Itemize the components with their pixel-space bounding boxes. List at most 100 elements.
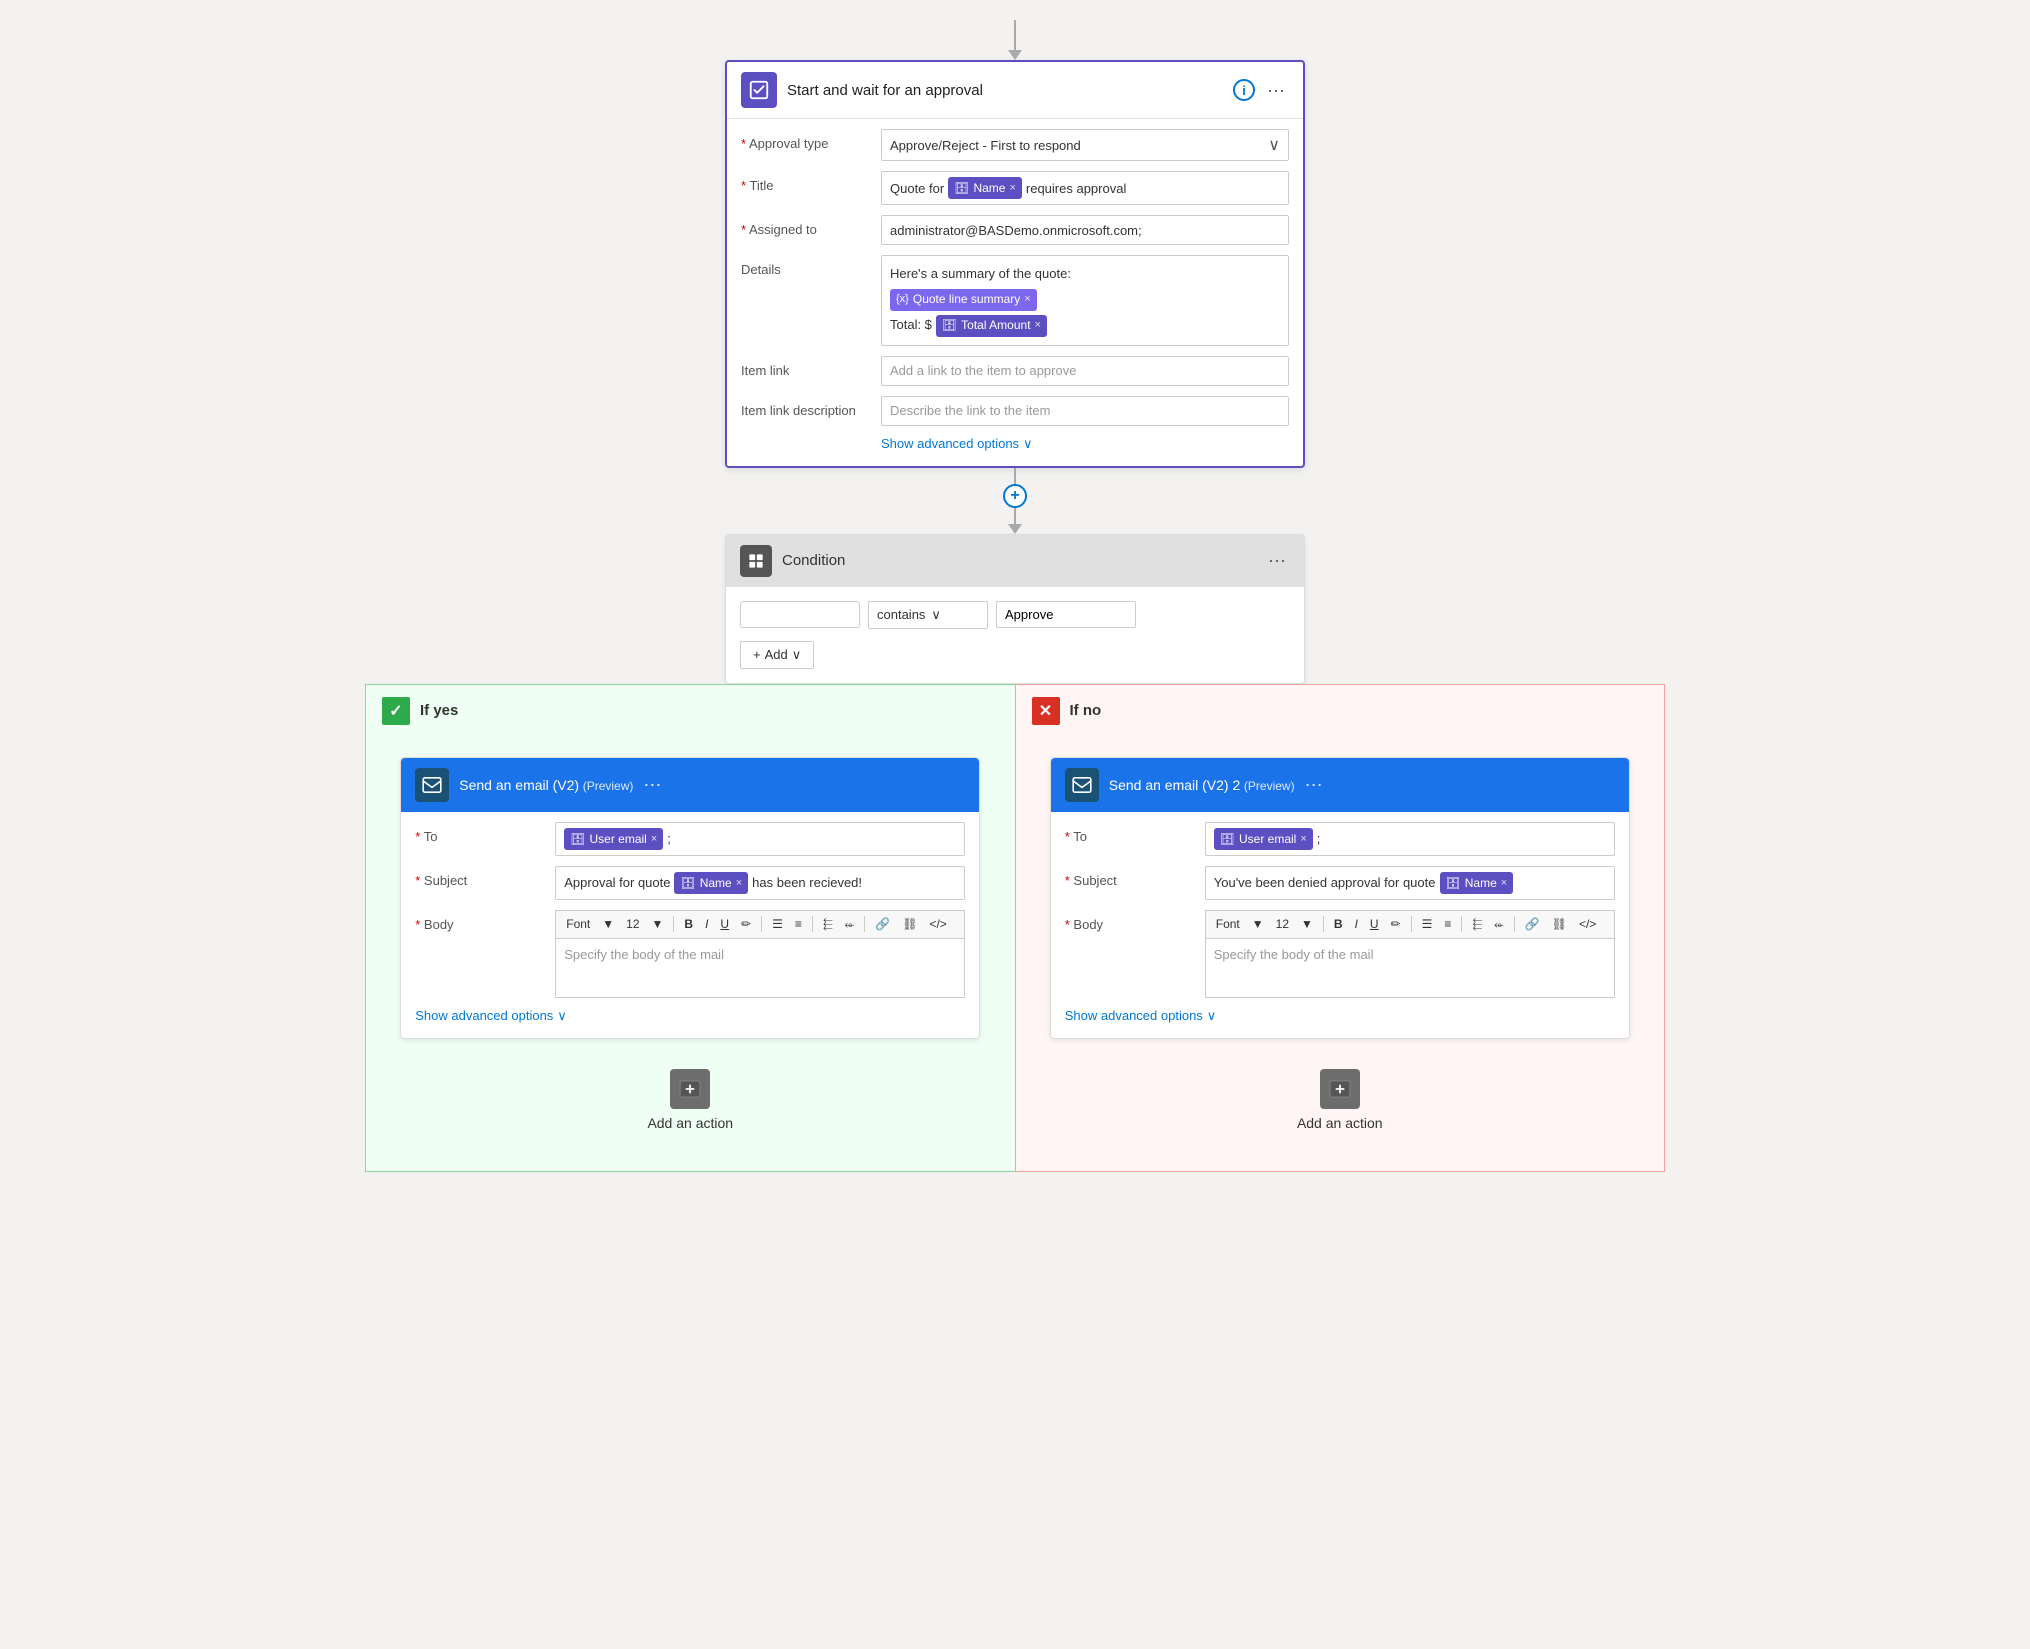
- email-yes-header: Send an email (V2) (Preview) ···: [401, 758, 979, 812]
- quote-line-token-close[interactable]: ×: [1024, 291, 1030, 309]
- align-left-btn-yes[interactable]: ⬱: [819, 915, 837, 934]
- name-token-yes-subject: 🗄 Name ×: [674, 872, 748, 894]
- details-token-row2: Total: $ 🗄 Total Amount ×: [890, 315, 1047, 337]
- font-dropdown-icon-no[interactable]: ▼: [1248, 915, 1268, 933]
- title-suffix: requires approval: [1026, 181, 1126, 196]
- title-input[interactable]: Quote for 🗄 Name × requires approval: [881, 171, 1289, 205]
- db-icon-no-subject: 🗄: [1446, 876, 1461, 890]
- plus-button[interactable]: +: [1003, 484, 1027, 508]
- align-left-btn-no[interactable]: ⬱: [1468, 915, 1486, 934]
- email-no-body: To 🗄 User email × ;: [1051, 812, 1629, 1038]
- underline-btn-yes[interactable]: U: [716, 915, 733, 933]
- email-yes-subject-label: Subject: [415, 866, 555, 888]
- operator-select[interactable]: contains ∨: [868, 601, 988, 629]
- email-no-menu-button[interactable]: ···: [1305, 774, 1323, 795]
- title-label: Title: [741, 171, 881, 193]
- outcome-token-close[interactable]: ×: [825, 609, 831, 621]
- align-right-btn-yes[interactable]: ⬰: [841, 915, 859, 934]
- email-no-to-input[interactable]: 🗄 User email × ;: [1205, 822, 1615, 856]
- user-email-token-no-close[interactable]: ×: [1300, 833, 1306, 845]
- if-no-section: ✕ If no Send an email (V2) 2: [1016, 684, 1666, 1172]
- add-action-yes-area: Add an action: [647, 1039, 733, 1151]
- info-icon[interactable]: i: [1233, 79, 1255, 101]
- approval-card-body: Approval type Approve/Reject - First to …: [727, 119, 1303, 466]
- subject-yes-suffix: has been recieved!: [752, 875, 862, 890]
- condition-value-input[interactable]: [996, 601, 1136, 628]
- email-yes-toolbar: Font ▼ 12 ▼ B I U ✏: [555, 910, 965, 938]
- pen-btn-yes[interactable]: ✏: [737, 915, 755, 933]
- list-ul-btn-no[interactable]: ☰: [1418, 915, 1437, 933]
- details-token-row1: {x} Quote line summary ×: [890, 289, 1037, 311]
- name-token-no-subject: 🗄 Name ×: [1440, 872, 1514, 894]
- user-email-token-yes-close[interactable]: ×: [651, 833, 657, 845]
- show-advanced-approval[interactable]: Show advanced options ∨: [881, 436, 1289, 452]
- bold-btn-yes[interactable]: B: [680, 915, 697, 933]
- if-yes-label: If yes: [420, 702, 458, 719]
- show-advanced-yes-label: Show advanced options: [415, 1008, 553, 1023]
- title-row: Title Quote for 🗄 Name × requires approv…: [741, 171, 1289, 205]
- font-select-no[interactable]: Font: [1212, 915, 1244, 933]
- email-yes-body-area[interactable]: Specify the body of the mail: [555, 938, 965, 998]
- list-ul-btn-yes[interactable]: ☰: [768, 915, 787, 933]
- email-no-header: Send an email (V2) 2 (Preview) ···: [1051, 758, 1629, 812]
- italic-btn-no[interactable]: I: [1351, 915, 1362, 933]
- title-token-close[interactable]: ×: [1009, 182, 1015, 194]
- item-link-input[interactable]: Add a link to the item to approve: [881, 356, 1289, 386]
- list-ol-btn-no[interactable]: ≡: [1440, 915, 1455, 933]
- unlink-btn-yes[interactable]: ⛓: [898, 915, 921, 933]
- email-yes-menu-button[interactable]: ···: [643, 774, 661, 795]
- outcome-token[interactable]: ✓ Outcome ×: [740, 601, 860, 628]
- email-yes-title-wrap: Send an email (V2) (Preview): [459, 777, 633, 793]
- show-advanced-email-yes[interactable]: Show advanced options ∨: [415, 1008, 965, 1024]
- email-yes-subject-input[interactable]: Approval for quote 🗄 Name × has been rec…: [555, 866, 965, 900]
- link-btn-no[interactable]: 🔗: [1521, 915, 1544, 933]
- align-right-btn-no[interactable]: ⬰: [1490, 915, 1508, 934]
- email-no-to-semicolon: ;: [1317, 831, 1321, 846]
- condition-menu-button[interactable]: ···: [1264, 548, 1290, 573]
- email-no-body-area[interactable]: Specify the body of the mail: [1205, 938, 1615, 998]
- add-action-yes-button[interactable]: Add an action: [647, 1069, 733, 1131]
- condition-row: ✓ Outcome × contains ∨: [740, 601, 1290, 629]
- assigned-to-input[interactable]: administrator@BASDemo.onmicrosoft.com;: [881, 215, 1289, 245]
- plus-icon: +: [753, 647, 761, 662]
- details-input[interactable]: Here's a summary of the quote: {x} Quote…: [881, 255, 1289, 346]
- show-advanced-label: Show advanced options: [881, 436, 1019, 451]
- fx-icon: {x}: [896, 291, 909, 309]
- code-btn-no[interactable]: </>: [1575, 915, 1600, 933]
- email-yes-body-label: Body: [415, 910, 555, 932]
- underline-btn-no[interactable]: U: [1366, 915, 1383, 933]
- email-yes-body-editor: Font ▼ 12 ▼ B I U ✏: [555, 910, 965, 998]
- font-select-yes[interactable]: Font: [562, 915, 594, 933]
- show-advanced-email-no[interactable]: Show advanced options ∨: [1065, 1008, 1615, 1024]
- email-yes-to-input[interactable]: 🗄 User email × ;: [555, 822, 965, 856]
- italic-btn-yes[interactable]: I: [701, 915, 712, 933]
- name-token-no-subject-close[interactable]: ×: [1501, 877, 1507, 889]
- unlink-btn-no[interactable]: ⛓: [1548, 915, 1571, 933]
- link-btn-yes[interactable]: 🔗: [871, 915, 894, 933]
- details-line1: Here's a summary of the quote:: [890, 264, 1071, 285]
- add-condition-button[interactable]: + Add ∨: [740, 641, 814, 669]
- add-action-no-area: Add an action: [1297, 1039, 1383, 1151]
- name-token-yes-subject-close[interactable]: ×: [736, 877, 742, 889]
- approval-type-select[interactable]: Approve/Reject - First to respond ∨: [881, 129, 1289, 161]
- add-action-no-button[interactable]: Add an action: [1297, 1069, 1383, 1131]
- pen-btn-no[interactable]: ✏: [1387, 915, 1405, 933]
- title-content: Quote for 🗄 Name × requires approval: [890, 177, 1126, 199]
- font-size-no[interactable]: 12: [1272, 915, 1293, 933]
- font-size-dropdown-yes[interactable]: ▼: [648, 915, 668, 933]
- list-ol-btn-yes[interactable]: ≡: [791, 915, 806, 933]
- email-yes-preview: (Preview): [583, 779, 634, 793]
- font-size-yes[interactable]: 12: [622, 915, 643, 933]
- assigned-to-row: Assigned to administrator@BASDemo.onmicr…: [741, 215, 1289, 245]
- font-size-dropdown-no[interactable]: ▼: [1297, 915, 1317, 933]
- item-link-desc-input[interactable]: Describe the link to the item: [881, 396, 1289, 426]
- font-dropdown-icon-yes[interactable]: ▼: [598, 915, 618, 933]
- code-btn-yes[interactable]: </>: [925, 915, 950, 933]
- approval-menu-button[interactable]: ···: [1263, 78, 1289, 103]
- bold-btn-no[interactable]: B: [1330, 915, 1347, 933]
- total-amount-token-close[interactable]: ×: [1035, 317, 1041, 335]
- item-link-row: Item link Add a link to the item to appr…: [741, 356, 1289, 386]
- email-no-subject-input[interactable]: You've been denied approval for quote 🗄 …: [1205, 866, 1615, 900]
- plus-connector[interactable]: +: [1003, 468, 1027, 534]
- sep4-no: [1514, 916, 1515, 932]
